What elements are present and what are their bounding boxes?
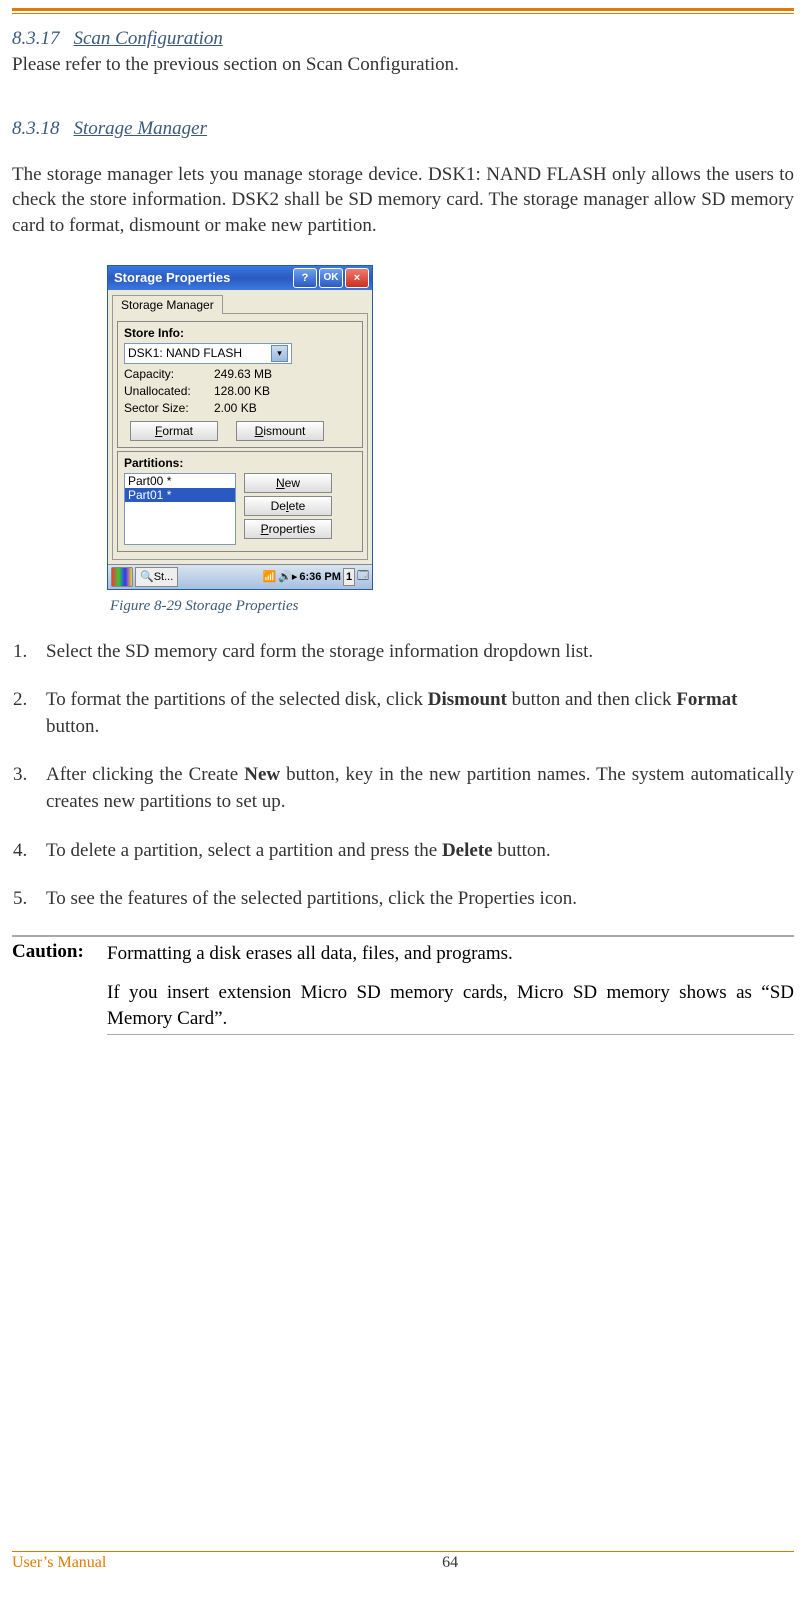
- caution-text-2: If you insert extension Micro SD memory …: [107, 980, 794, 1031]
- capacity-value: 249.63 MB: [214, 367, 272, 381]
- ok-button[interactable]: OK: [319, 268, 343, 288]
- footer-left: User’s Manual: [12, 1554, 106, 1572]
- window-title: Storage Properties: [114, 270, 291, 285]
- caution-block: Caution: Formatting a disk erases all da…: [12, 935, 794, 1035]
- taskbar[interactable]: 🔍St... 📶 🔊▸ 6:36 PM 1 🗔: [108, 564, 372, 589]
- help-button[interactable]: ?: [293, 268, 317, 288]
- taskbar-item[interactable]: 🔍St...: [135, 567, 178, 587]
- section-number: 8.3.18: [12, 118, 60, 139]
- list-item[interactable]: Part00 *: [125, 474, 235, 488]
- store-info-group: Store Info: DSK1: NAND FLASH ▾ Capacity:…: [117, 321, 363, 448]
- unallocated-value: 128.00 KB: [214, 384, 270, 398]
- titlebar[interactable]: Storage Properties ? OK ×: [108, 266, 372, 290]
- caution-text-1: Formatting a disk erases all data, files…: [107, 941, 794, 967]
- new-button[interactable]: New: [244, 473, 332, 493]
- steps-list: Select the SD memory card form the stora…: [12, 639, 794, 913]
- section-8-3-17-heading: 8.3.17 Scan Configuration: [12, 28, 794, 50]
- step-3: After clicking the Create New button, ke…: [32, 762, 794, 815]
- format-button[interactable]: Format: [130, 421, 218, 441]
- caution-body: Formatting a disk erases all data, files…: [107, 941, 794, 1035]
- partitions-label: Partitions:: [124, 456, 356, 470]
- tray-icon[interactable]: 🔊▸: [278, 570, 297, 583]
- tab-storage-manager[interactable]: Storage Manager: [112, 295, 223, 314]
- chevron-down-icon: ▾: [271, 345, 288, 362]
- clock: 6:36 PM: [299, 571, 341, 583]
- step-1: Select the SD memory card form the stora…: [32, 639, 794, 666]
- indicator-icon[interactable]: 1: [343, 568, 355, 586]
- delete-button[interactable]: Delete: [244, 496, 332, 516]
- section-8-3-18-body: The storage manager lets you manage stor…: [12, 162, 794, 239]
- caution-label: Caution:: [12, 941, 107, 1035]
- store-info-label: Store Info:: [124, 326, 356, 340]
- unallocated-label: Unallocated:: [124, 384, 214, 398]
- tray-icon[interactable]: 🗔: [357, 567, 369, 586]
- step-4: To delete a partition, select a partitio…: [32, 838, 794, 865]
- tray-icon[interactable]: 📶: [262, 570, 276, 583]
- properties-button[interactable]: Properties: [244, 519, 332, 539]
- list-item[interactable]: Part01 *: [125, 488, 235, 502]
- capacity-label: Capacity:: [124, 367, 214, 381]
- dismount-button[interactable]: Dismount: [236, 421, 324, 441]
- figure-caption: Figure 8-29 Storage Properties: [110, 598, 794, 615]
- section-title: Scan Configuration: [74, 28, 223, 49]
- step-5: To see the features of the selected part…: [32, 886, 794, 913]
- section-number: 8.3.17: [12, 28, 60, 49]
- page-footer: User’s Manual 64: [12, 1551, 794, 1572]
- sector-size-value: 2.00 KB: [214, 401, 257, 415]
- step-2: To format the partitions of the selected…: [32, 687, 794, 740]
- partitions-group: Partitions: Part00 * Part01 * New Delete…: [117, 451, 363, 552]
- section-8-3-18-heading: 8.3.18 Storage Manager: [12, 118, 794, 140]
- close-button[interactable]: ×: [345, 268, 369, 288]
- sector-size-label: Sector Size:: [124, 401, 214, 415]
- device-select[interactable]: DSK1: NAND FLASH ▾: [124, 343, 292, 364]
- device-value: DSK1: NAND FLASH: [128, 346, 242, 360]
- section-title: Storage Manager: [74, 118, 208, 139]
- top-rule: [12, 8, 794, 14]
- footer-page-number: 64: [106, 1554, 794, 1572]
- start-icon[interactable]: [111, 567, 133, 587]
- section-8-3-17-body: Please refer to the previous section on …: [12, 52, 794, 78]
- partition-list[interactable]: Part00 * Part01 *: [124, 473, 236, 545]
- storage-properties-window: Storage Properties ? OK × Storage Manage…: [107, 265, 794, 590]
